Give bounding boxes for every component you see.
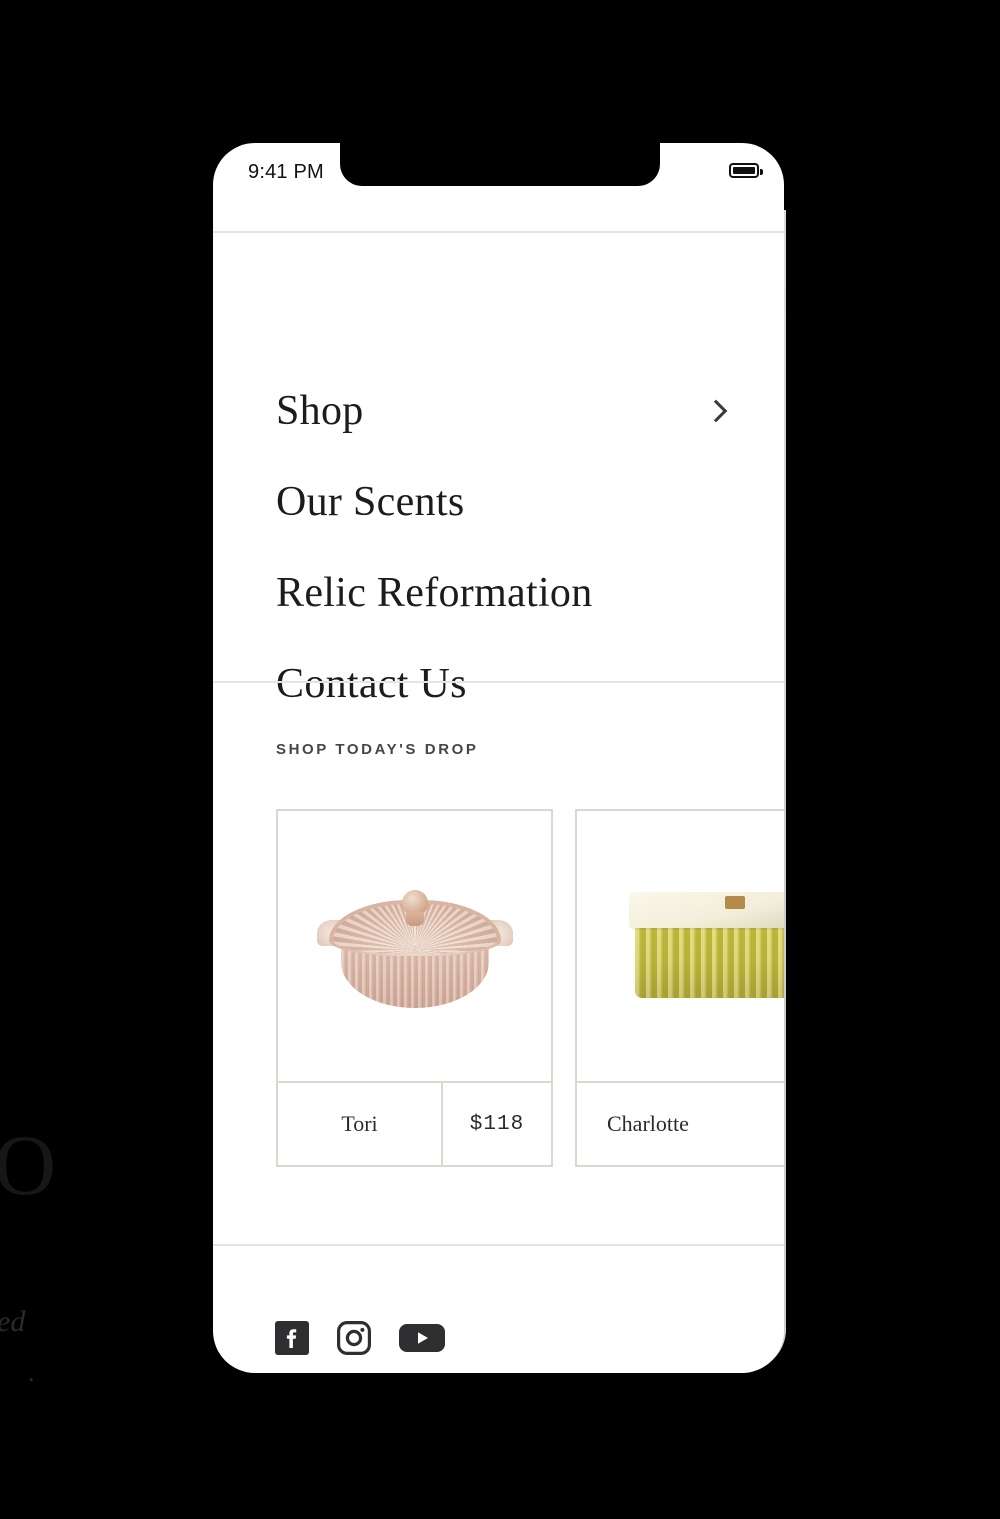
product-meta-tori: Tori $118 (278, 1083, 551, 1165)
product-image-tori (278, 811, 551, 1083)
product-name-charlotte: Charlotte (607, 1111, 689, 1136)
yellow-lidded-box-illustration (628, 886, 784, 1006)
phone-notch (340, 143, 660, 186)
social-links (275, 1321, 445, 1355)
nav-item-our-scents-label: Our Scents (276, 479, 465, 525)
battery-icon (729, 163, 763, 178)
background-italic-fragment: ned (0, 1305, 26, 1338)
status-bar-indicators (729, 163, 763, 178)
chevron-right-icon[interactable] (704, 399, 728, 423)
shop-section-title: SHOP TODAY'S DROP (276, 741, 479, 758)
product-name-tori: Tori (341, 1111, 378, 1136)
instagram-icon[interactable] (337, 1321, 371, 1355)
youtube-icon[interactable] (399, 1321, 445, 1355)
facebook-icon[interactable] (275, 1321, 309, 1355)
main-navigation-menu: Shop Our Scents Relic Reformation Contac… (213, 231, 784, 705)
shop-todays-drop-section: SHOP TODAY'S DROP Tori $118 Charlotte (213, 683, 784, 1244)
status-bar-time: 9:41 PM (248, 161, 324, 183)
product-card-charlotte[interactable]: Charlotte (575, 809, 784, 1167)
product-image-charlotte (577, 811, 784, 1083)
nav-item-relic-reformation[interactable]: Relic Reformation (276, 563, 732, 623)
nav-item-our-scents[interactable]: Our Scents (276, 472, 732, 532)
background-period-fragment: . (28, 1358, 35, 1387)
footer (213, 1246, 784, 1373)
product-carousel[interactable]: Tori $118 Charlotte (276, 809, 784, 1167)
pink-lidded-dish-illustration (316, 882, 513, 1010)
product-price-tori: $118 (441, 1083, 551, 1165)
background-headline-fragment: O (0, 1117, 57, 1213)
screenshot-root: O ned . 9:41 PM Shop Our Scents (0, 0, 1000, 1519)
nav-item-relic-reformation-label: Relic Reformation (276, 570, 593, 616)
product-meta-charlotte: Charlotte (577, 1083, 784, 1165)
phone-device: 9:41 PM Shop Our Scents Relic Reformatio… (213, 143, 784, 1373)
nav-item-shop-label: Shop (276, 388, 364, 434)
nav-item-shop[interactable]: Shop (276, 381, 732, 441)
product-card-tori[interactable]: Tori $118 (276, 809, 553, 1167)
